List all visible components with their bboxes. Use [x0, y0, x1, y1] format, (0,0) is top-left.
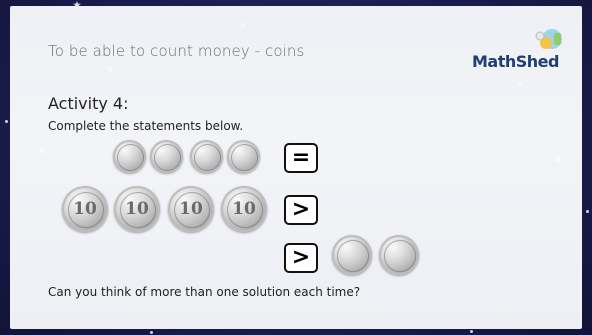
coin-value-label: 10 — [73, 199, 97, 219]
coin-5c — [332, 235, 372, 275]
greater-than-symbol: > — [284, 243, 318, 273]
star-decoration — [553, 154, 563, 164]
coin-value-label: 10 — [232, 199, 256, 219]
star-decoration — [515, 78, 525, 88]
coin-10c: 10 — [221, 186, 267, 232]
coin-20c — [190, 140, 223, 173]
coin-20c — [113, 140, 146, 173]
footer-question: Can you think of more than one solution … — [48, 285, 361, 299]
coin-value-label: 10 — [179, 199, 203, 219]
equals-symbol: = — [284, 143, 318, 173]
coin-20c — [150, 140, 183, 173]
star-decoration — [5, 120, 8, 123]
mathshed-logo: MathShed — [472, 27, 572, 75]
coin-5c — [379, 235, 419, 275]
star-decoration — [150, 331, 153, 334]
coin-20c — [227, 140, 260, 173]
star-decoration — [105, 64, 115, 74]
coin-10c: 10 — [114, 186, 160, 232]
star-decoration — [586, 210, 589, 213]
coin-value-label: 10 — [125, 199, 149, 219]
slide-title: To be able to count money - coins — [48, 42, 305, 60]
logo-text: MathShed — [472, 52, 559, 71]
star-decoration — [238, 20, 248, 30]
instruction-text: Complete the statements below. — [48, 119, 244, 133]
star-decoration — [37, 146, 47, 156]
star-decoration — [470, 330, 473, 333]
coin-10c: 10 — [168, 186, 214, 232]
coin-10c: 10 — [62, 186, 108, 232]
activity-heading: Activity 4: — [48, 94, 129, 113]
greater-than-symbol: > — [284, 195, 318, 225]
